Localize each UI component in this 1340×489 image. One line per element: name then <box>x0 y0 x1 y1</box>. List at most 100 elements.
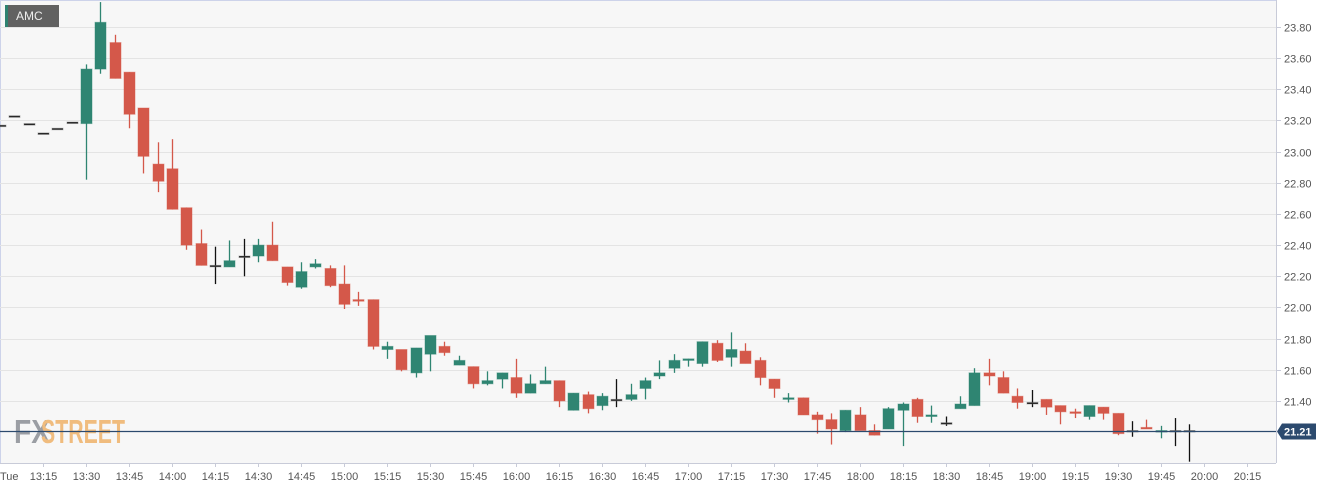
candle-body <box>80 68 93 125</box>
x-tick-label: 13:30 <box>73 471 101 483</box>
y-tick-label: 22.60 <box>1284 210 1312 222</box>
candle-1510[interactable] <box>367 299 380 350</box>
x-tick-label: 16:15 <box>546 471 574 483</box>
y-tick-label: 21.80 <box>1284 335 1312 347</box>
x-tick-label: 14:15 <box>202 471 230 483</box>
candle-1305[interactable] <box>8 115 21 118</box>
symbol-label: AMC <box>5 5 59 27</box>
x-tick-label: 17:45 <box>804 471 832 483</box>
candle-body <box>754 359 767 379</box>
x-tick-label: 15:00 <box>331 471 359 483</box>
x-tick-label: 15:30 <box>417 471 445 483</box>
candle-body <box>911 398 924 417</box>
candle-body <box>596 395 609 407</box>
candle-1310[interactable] <box>23 123 36 126</box>
x-tick-label: 15:15 <box>374 471 402 483</box>
candle-body <box>1140 426 1153 430</box>
candle-body <box>1011 395 1024 403</box>
candle-body <box>8 115 21 118</box>
candle-body <box>653 372 666 377</box>
x-day-label: Tue <box>0 471 19 483</box>
candle-body <box>968 372 981 407</box>
candle-1405[interactable] <box>180 207 193 250</box>
candle-body <box>997 377 1010 394</box>
candle-body <box>1054 405 1067 413</box>
candle-body <box>553 380 566 402</box>
candle-body <box>1097 406 1110 414</box>
candle-1810[interactable] <box>882 407 895 430</box>
y-tick-label: 23.40 <box>1284 85 1312 97</box>
candle-body <box>23 123 36 126</box>
candle-body <box>37 132 50 135</box>
candle-1710[interactable] <box>711 340 724 362</box>
x-tick-label: 19:00 <box>1019 471 1047 483</box>
candle-1300[interactable] <box>0 124 7 128</box>
candle-body <box>1112 412 1125 435</box>
candle-body <box>510 377 523 394</box>
candle-body <box>782 397 795 400</box>
candle-body <box>1040 398 1053 408</box>
candle-body <box>66 121 79 125</box>
candle-1440[interactable] <box>281 266 294 286</box>
candle-body <box>467 366 480 385</box>
x-tick-label: 14:00 <box>159 471 187 483</box>
candle-body <box>295 271 308 288</box>
candle-1325[interactable] <box>66 121 79 125</box>
x-tick-label: 16:45 <box>632 471 660 483</box>
candle-body <box>152 163 165 182</box>
y-tick-label: 21.40 <box>1284 397 1312 409</box>
candle-body <box>940 422 953 425</box>
candle-1315[interactable] <box>37 132 50 135</box>
candle-body <box>524 383 537 394</box>
candle-body <box>252 244 265 257</box>
candle-body <box>481 380 494 385</box>
y-tick-label: 22.00 <box>1284 303 1312 315</box>
x-tick-label: 20:00 <box>1191 471 1219 483</box>
x-tick-label: 16:00 <box>503 471 531 483</box>
candle-body <box>739 350 752 365</box>
candle-1705[interactable] <box>696 341 709 367</box>
candle-body <box>367 299 380 347</box>
candle-body <box>925 414 938 417</box>
x-tick-label: 17:15 <box>718 471 746 483</box>
x-tick-label: 20:15 <box>1234 471 1262 483</box>
candlestick-chart[interactable]: FX STREET 23.8023.6023.4023.2023.0022.80… <box>0 0 1340 489</box>
candle-body <box>180 207 193 246</box>
candle-body <box>109 42 122 79</box>
candle-body <box>410 347 423 374</box>
candle-body <box>309 263 322 268</box>
candle-body <box>825 419 838 430</box>
candle-body <box>610 398 623 402</box>
candle-body <box>496 372 509 380</box>
x-tick-label: 13:45 <box>116 471 144 483</box>
candle-body <box>725 349 738 358</box>
candle-body <box>1083 405 1096 417</box>
candle-body <box>266 244 279 262</box>
candle-body <box>625 394 638 400</box>
x-tick-label: 17:00 <box>675 471 703 483</box>
candle-1620[interactable] <box>567 392 580 411</box>
candle-body <box>711 342 724 361</box>
candle-1320[interactable] <box>51 127 64 131</box>
candle-body <box>381 345 394 351</box>
y-tick-label: 23.00 <box>1284 148 1312 160</box>
candle-body <box>682 358 695 361</box>
candle-body <box>1069 411 1082 414</box>
candle-body <box>582 394 595 410</box>
candle-body <box>1026 401 1039 405</box>
y-axis: 23.80 23.60 23.40 23.20 23.00 22.80 22.60 22.40… <box>1276 23 1312 409</box>
candle-1455[interactable] <box>324 265 337 288</box>
x-tick-label: 15:45 <box>460 471 488 483</box>
candle-1840[interactable] <box>968 368 981 407</box>
candle-1755[interactable] <box>839 409 852 433</box>
candle-body <box>639 380 652 389</box>
candle-1740[interactable] <box>797 397 810 416</box>
x-tick-label: 18:15 <box>890 471 918 483</box>
candle-body <box>281 266 294 284</box>
y-tick-label: 23.60 <box>1284 54 1312 66</box>
candle-1525[interactable] <box>410 347 423 378</box>
candle-1520[interactable] <box>395 349 408 372</box>
candle-body <box>453 359 466 366</box>
x-tick-label: 13:15 <box>30 471 58 483</box>
candle-body <box>123 71 136 115</box>
